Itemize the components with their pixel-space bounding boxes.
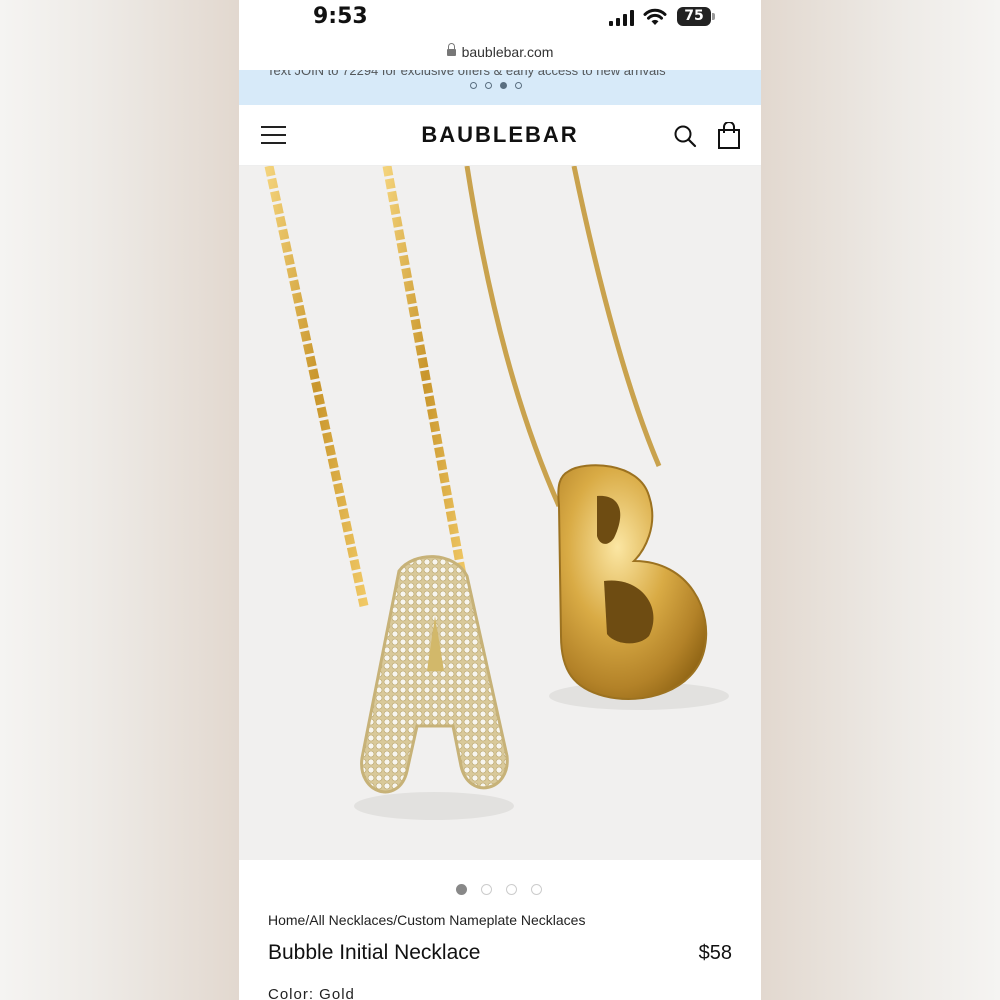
- promo-dot[interactable]: [470, 82, 477, 89]
- site-header: BAUBLEBAR: [239, 105, 761, 166]
- background-left: [0, 0, 239, 1000]
- battery-icon: 75: [677, 7, 715, 26]
- product-price: $58: [698, 942, 732, 964]
- cellular-signal-icon: [609, 10, 634, 26]
- breadcrumb[interactable]: Home/All Necklaces/Custom Nameplate Neck…: [268, 912, 585, 928]
- necklace-photo: [264, 166, 729, 820]
- carousel-dot[interactable]: [531, 884, 542, 895]
- lock-icon: [446, 43, 456, 56]
- image-carousel-dots: [456, 884, 542, 895]
- url-text: baublebar.com: [461, 44, 554, 60]
- carousel-dot[interactable]: [481, 884, 492, 895]
- search-icon[interactable]: [673, 124, 697, 148]
- promo-pagination: [470, 82, 522, 89]
- promo-banner[interactable]: Text JOIN to 72294 for exclusive offers …: [239, 70, 761, 105]
- carousel-dot-active[interactable]: [456, 884, 467, 895]
- promo-dot[interactable]: [515, 82, 522, 89]
- color-label: Color: Gold: [268, 986, 355, 1000]
- address-bar[interactable]: baublebar.com: [239, 43, 761, 68]
- product-title: Bubble Initial Necklace: [268, 941, 481, 964]
- product-image[interactable]: [239, 166, 761, 860]
- status-bar: 9:53 75: [239, 0, 761, 40]
- background-right: [761, 0, 1000, 1000]
- promo-text: Text JOIN to 72294 for exclusive offers …: [267, 70, 666, 78]
- carousel-dot[interactable]: [506, 884, 517, 895]
- promo-dot[interactable]: [485, 82, 492, 89]
- status-time: 9:53: [313, 4, 368, 29]
- promo-dot-active[interactable]: [500, 82, 507, 89]
- shopping-bag-icon[interactable]: [717, 122, 741, 150]
- phone-screen: 9:53 75 baublebar.com Text JOIN to 72294…: [239, 0, 761, 1000]
- wifi-icon: [643, 8, 667, 25]
